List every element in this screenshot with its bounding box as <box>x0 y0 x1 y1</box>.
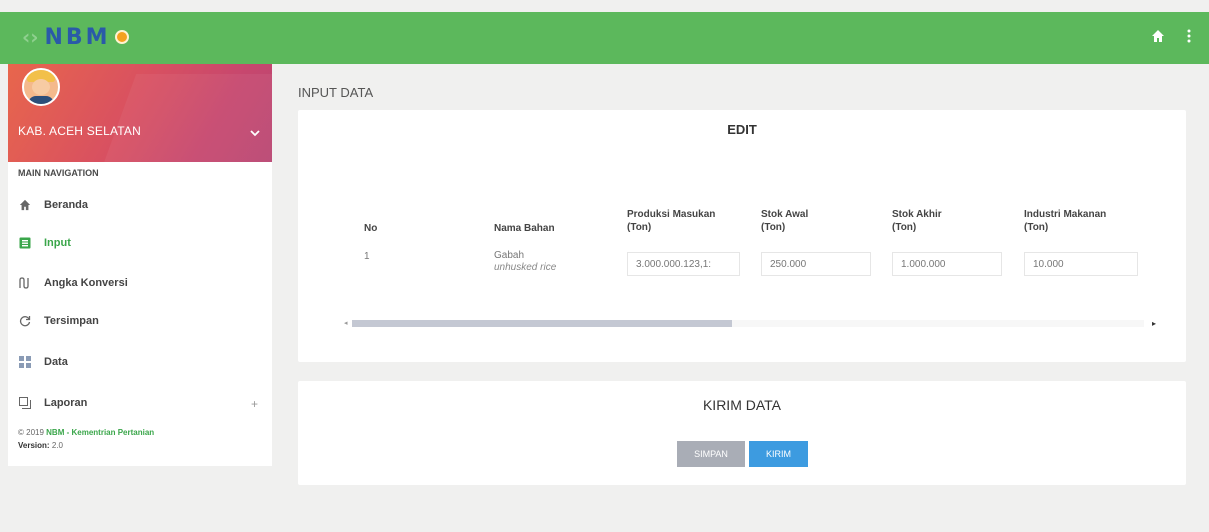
sidebar: KAB. ACEH SELATAN MAIN NAVIGATION Berand… <box>8 64 272 466</box>
form-icon <box>18 236 32 250</box>
column-header-stok-awal: Stok Awal (Ton) <box>761 209 809 233</box>
sidebar-item-label: Input <box>44 237 71 249</box>
avatar <box>22 68 60 106</box>
stok-awal-input[interactable] <box>761 252 871 276</box>
scroll-right-arrow-icon[interactable]: ▸ <box>1152 319 1156 328</box>
sidebar-item-input[interactable]: Input <box>18 236 71 250</box>
simpan-button[interactable]: SIMPAN <box>677 441 745 467</box>
kirim-card-title: KIRIM DATA <box>702 397 782 413</box>
logo-mark-icon <box>114 30 129 44</box>
app-logo[interactable]: ‹› NBM <box>22 22 129 52</box>
sidebar-item-label: Data <box>44 356 68 368</box>
sidebar-item-label: Angka Konversi <box>44 277 128 289</box>
sidebar-footer: © 2019 NBM - Kementrian Pertanian Versio… <box>18 426 154 452</box>
column-header-stok-akhir: Stok Akhir (Ton) <box>892 209 942 233</box>
nama-bahan-text: Gabah <box>494 250 525 261</box>
column-header-produksi: Produksi Masukan (Ton) <box>627 209 716 233</box>
user-name: KAB. ACEH SELATAN <box>18 124 141 138</box>
column-header-no: No <box>364 223 378 234</box>
horizontal-scrollbar[interactable]: ◂ ▸ <box>344 319 1156 328</box>
copyright: © 2019 <box>18 428 44 437</box>
sidebar-item-label: Laporan <box>44 397 88 409</box>
footer-brand-link[interactable]: NBM - Kementrian Pertanian <box>46 428 154 437</box>
sidebar-item-label: Tersimpan <box>44 315 99 327</box>
cell-no: 1 <box>364 251 370 262</box>
chevron-down-icon[interactable] <box>250 126 260 140</box>
refresh-icon <box>18 314 32 328</box>
kirim-button[interactable]: KIRIM <box>749 441 808 467</box>
sidebar-item-data[interactable]: Data <box>18 355 68 369</box>
sidebar-item-label: Beranda <box>44 199 89 211</box>
industri-input[interactable] <box>1024 252 1138 276</box>
edit-card: EDIT No Nama Bahan Produksi Masukan (Ton… <box>298 110 1186 362</box>
sidebar-item-laporan[interactable]: Laporan <box>18 396 87 410</box>
home-icon <box>18 198 32 212</box>
column-header-industri: Industri Makanan (Ton) <box>1024 209 1107 233</box>
code-icon: ‹› <box>22 25 39 49</box>
user-panel: KAB. ACEH SELATAN <box>8 64 272 162</box>
nav-header: MAIN NAVIGATION <box>18 168 99 178</box>
scroll-track[interactable] <box>732 320 1144 327</box>
logo-text: NBM <box>44 24 111 50</box>
page-title: INPUT DATA <box>298 85 374 100</box>
scroll-left-arrow-icon[interactable]: ◂ <box>344 319 348 327</box>
expand-icon[interactable]: + <box>251 397 258 411</box>
column-header-nama-bahan: Nama Bahan <box>494 223 555 234</box>
sidebar-item-angka-konversi[interactable]: Angka Konversi <box>18 276 128 290</box>
stok-akhir-input[interactable] <box>892 252 1002 276</box>
version-label: Version: <box>18 441 50 450</box>
sidebar-item-beranda[interactable]: Beranda <box>18 198 88 212</box>
scroll-thumb[interactable] <box>352 320 732 327</box>
nama-bahan-subtitle: unhusked rice <box>494 262 557 273</box>
top-navbar: ‹› NBM <box>0 12 1209 64</box>
kirim-data-card: KIRIM DATA SIMPAN KIRIM <box>298 381 1186 485</box>
more-vert-icon[interactable] <box>1187 29 1191 48</box>
conversion-icon <box>18 276 32 290</box>
version-value: 2.0 <box>51 441 63 450</box>
copy-icon <box>18 396 32 410</box>
produksi-input[interactable] <box>627 252 740 276</box>
grid-icon <box>18 355 32 369</box>
sidebar-item-tersimpan[interactable]: Tersimpan <box>18 314 99 328</box>
edit-card-title: EDIT <box>727 122 757 137</box>
home-icon[interactable] <box>1151 29 1165 48</box>
cell-nama-bahan: Gabah unhusked rice <box>494 250 556 274</box>
